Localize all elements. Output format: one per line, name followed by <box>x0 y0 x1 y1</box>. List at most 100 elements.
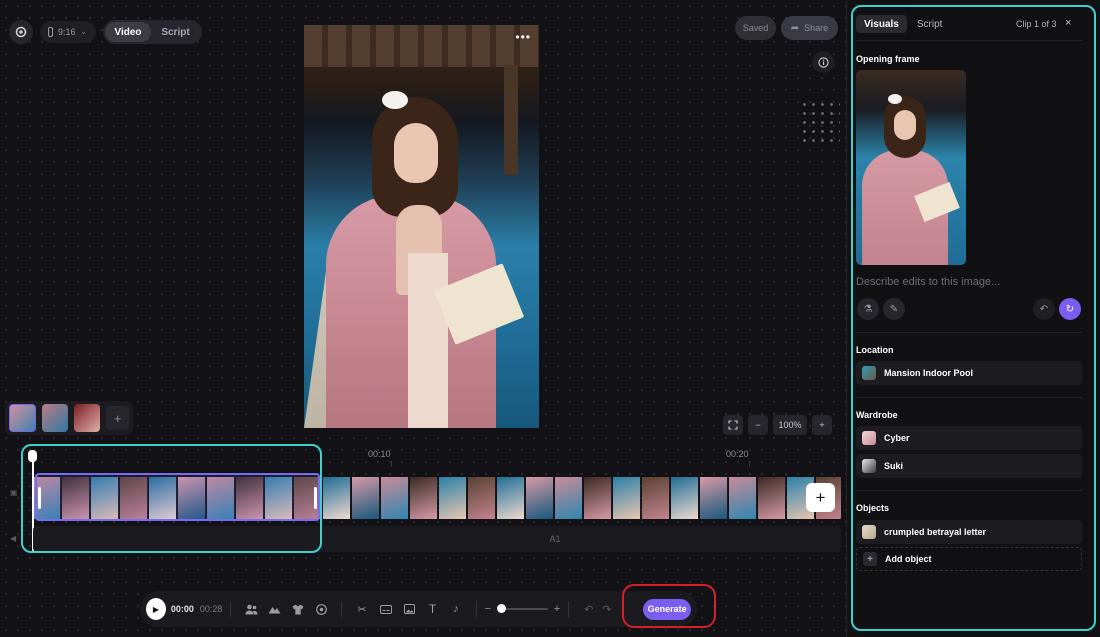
text-button[interactable]: T <box>421 596 445 622</box>
music-button[interactable]: ♪ <box>444 596 468 622</box>
filmstrip-frame <box>439 477 467 519</box>
play-icon: ▶ <box>152 604 160 614</box>
objects-button[interactable] <box>310 596 334 622</box>
filmstrip-frame <box>555 477 583 519</box>
preview-zoom-controls: − 100% + <box>723 415 832 435</box>
zoom-in-button[interactable]: + <box>812 415 832 435</box>
gear-icon <box>15 26 27 38</box>
info-button[interactable] <box>812 51 834 73</box>
cut-button[interactable]: ✂ <box>350 596 374 622</box>
aspect-ratio-select[interactable]: 9:16 ⌄ <box>40 21 97 43</box>
characters-button[interactable] <box>239 596 263 622</box>
preview-menu-button[interactable]: ••• <box>515 31 531 43</box>
tab-script[interactable]: Script <box>151 22 200 42</box>
clip-handle-right[interactable] <box>314 487 317 509</box>
image-icon <box>403 604 415 614</box>
add-clip-button[interactable]: + <box>806 483 835 512</box>
wardrobe-thumb <box>862 431 876 445</box>
generate-button[interactable]: Generate <box>643 598 692 620</box>
filmstrip-frame <box>584 477 612 519</box>
ai-edit-button[interactable]: ⚗ <box>857 298 879 320</box>
selected-clip[interactable] <box>35 473 320 521</box>
video-preview[interactable]: ••• <box>304 25 539 428</box>
mode-toggle: Video Script <box>103 20 202 44</box>
shirt-icon <box>292 604 304 614</box>
object-label: crumpled betrayal letter <box>884 527 987 537</box>
playhead-handle[interactable] <box>28 450 37 462</box>
toolbar-divider <box>475 601 477 617</box>
undo-button[interactable]: ↶ <box>577 596 601 622</box>
tab-panel-script[interactable]: Script <box>909 15 951 33</box>
filmstrip-frame <box>468 477 496 519</box>
object-thumb <box>862 525 876 539</box>
filmstrip-frame <box>700 477 728 519</box>
filmstrip-frame <box>671 477 699 519</box>
current-time: 00:00 <box>170 604 194 614</box>
opening-frame-image[interactable] <box>856 70 966 265</box>
redo-button[interactable]: ↷ <box>601 596 614 622</box>
object-item[interactable]: crumpled betrayal letter <box>856 520 1082 544</box>
filmstrip-frame <box>642 477 670 519</box>
preview-figure-face <box>394 123 438 183</box>
add-object-label: Add object <box>885 554 932 564</box>
opening-frame-title: Opening frame <box>856 54 920 64</box>
close-icon[interactable]: × <box>1065 17 1071 29</box>
tick-label-1: 00:10 <box>368 449 391 459</box>
image-button[interactable] <box>397 596 421 622</box>
fullscreen-button[interactable] <box>723 415 743 435</box>
total-time: 00:28 <box>199 604 223 614</box>
clip-counter: Clip 1 of 3 <box>1016 19 1057 29</box>
share-label: Share <box>804 23 829 33</box>
wardrobe-item[interactable]: Suki <box>856 454 1082 478</box>
toolbar-divider <box>568 601 570 617</box>
regenerate-button[interactable]: ↻ <box>1059 298 1081 320</box>
share-button[interactable]: ➦ Share <box>781 16 838 40</box>
zoom-level[interactable]: 100% <box>773 415 807 435</box>
tick-label-2: 00:20 <box>726 449 749 459</box>
caption-button[interactable] <box>374 596 398 622</box>
redo-icon: ↷ <box>602 603 612 616</box>
undo-edit-button[interactable]: ↶ <box>1033 298 1055 320</box>
toolbar-divider <box>341 601 343 617</box>
audio-track[interactable]: A1 <box>33 526 841 552</box>
text-icon: T <box>428 602 437 616</box>
filmstrip-frame <box>352 477 380 519</box>
filmstrip-frame <box>758 477 786 519</box>
zoom-out-button[interactable]: − <box>748 415 768 435</box>
location-button[interactable] <box>263 596 287 622</box>
decorative-dots <box>800 100 840 146</box>
playback-toolbar: ▶ 00:00 00:28 ✂ T ♪ − + ↶ ↷ Generate <box>140 591 697 627</box>
eraser-icon: ✎ <box>889 303 899 315</box>
tick-mark-2 <box>749 461 750 467</box>
wardrobe-button[interactable] <box>286 596 310 622</box>
tab-video[interactable]: Video <box>105 22 151 42</box>
tab-visuals[interactable]: Visuals <box>856 15 907 33</box>
app-logo-button[interactable] <box>9 20 33 44</box>
saved-button[interactable]: Saved <box>735 16 776 40</box>
scene-thumb-2[interactable] <box>41 404 68 432</box>
wardrobe-item[interactable]: Cyber <box>856 426 1082 450</box>
scene-thumb-3[interactable] <box>73 404 101 432</box>
scissors-icon: ✂ <box>357 603 367 616</box>
refresh-icon: ↻ <box>1065 303 1075 315</box>
filmstrip-frame <box>497 477 525 519</box>
filmstrip-frame <box>410 477 438 519</box>
location-item[interactable]: Mansion Indoor Pool <box>856 361 1082 385</box>
image-edit-input[interactable] <box>856 274 1082 290</box>
info-icon <box>817 56 829 68</box>
erase-button[interactable]: ✎ <box>883 298 905 320</box>
clip-handle-left[interactable] <box>38 487 41 509</box>
panel-divider <box>856 332 1082 333</box>
timeline-zoom-slider-knob[interactable] <box>497 604 507 613</box>
filmstrip-frame <box>381 477 409 519</box>
location-thumb <box>862 366 876 380</box>
scene-thumb-1[interactable] <box>9 404 36 432</box>
add-scene-button[interactable]: + <box>106 406 130 430</box>
location-label: Mansion Indoor Pool <box>884 368 973 378</box>
timeline-zoom-slider[interactable] <box>497 604 548 613</box>
add-object-button[interactable]: + Add object <box>856 547 1082 571</box>
play-button[interactable]: ▶ <box>146 598 166 620</box>
timeline-zoom-out-button[interactable]: − <box>485 603 491 615</box>
timeline-zoom-in-button[interactable]: + <box>554 603 560 615</box>
speaker-icon: ◀ <box>10 534 17 543</box>
